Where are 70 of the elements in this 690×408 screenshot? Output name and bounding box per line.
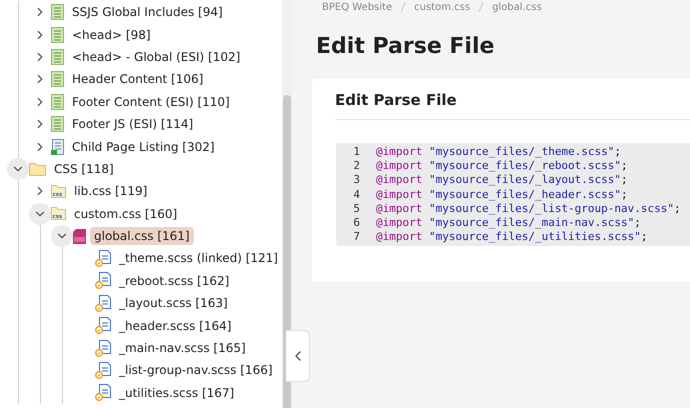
line-number: 7 [352, 230, 360, 244]
tree-item[interactable]: lib.css [119] [70, 182, 152, 200]
line-number: 2 [352, 158, 360, 172]
code-punctuation: ; [640, 230, 648, 244]
code-keyword: @import [376, 144, 422, 158]
tree-item[interactable]: global.css [161] [90, 227, 194, 246]
collapse-chevron-icon[interactable] [7, 158, 29, 180]
code-string: "mysource_files/_layout.scss" [428, 173, 622, 186]
code-punctuation: ; [621, 158, 628, 172]
separator-icon [478, 2, 484, 12]
tree-item[interactable]: CSS [118] [50, 160, 118, 178]
tree-item[interactable]: custom.css [160] [70, 204, 182, 223]
tree-item[interactable]: <head> [98] [68, 26, 155, 44]
code-punctuation: ; [634, 216, 641, 230]
tree-item[interactable]: Footer Content (ESI) [110] [68, 92, 234, 111]
code-punctuation: ; [674, 202, 681, 215]
linked-css-file-icon [95, 250, 111, 267]
page-icon [51, 4, 64, 20]
linked-css-file-icon [95, 362, 111, 379]
tree-item[interactable]: _list-group-nav.scss [166] [115, 361, 277, 380]
tree-item[interactable]: <head> - Global (ESI) [102] [68, 48, 244, 66]
code-string: "mysource_files/_list-group-nav.scss" [428, 202, 674, 215]
tree-item[interactable]: Child Page Listing [302] [68, 138, 219, 156]
line-number: 1 [352, 144, 360, 158]
code-keyword: @import [376, 173, 422, 186]
collapse-chevron-icon[interactable] [51, 225, 73, 248]
card-title: Edit Parse File [335, 91, 690, 120]
code-string: "mysource_files/_header.scss" [428, 188, 622, 201]
code-keyword: @import [376, 158, 422, 172]
tree-item[interactable]: SSJS Global Includes [94] [68, 3, 227, 22]
code-keyword: @import [376, 230, 422, 244]
tree-item[interactable]: _utilities.scss [167] [115, 384, 238, 402]
tree-item[interactable]: _header.scss [164] [115, 316, 236, 335]
code-keyword: @import [376, 202, 422, 215]
tree-item[interactable]: Header Content [106] [68, 70, 208, 88]
page-icon [51, 48, 64, 65]
tree-item[interactable]: _reboot.scss [162] [115, 272, 234, 290]
collapse-chevron-icon[interactable] [29, 202, 51, 225]
line-number: 6 [352, 216, 360, 230]
code-string: "mysource_files/_main-nav.scss" [428, 216, 634, 230]
line-number: 5 [352, 202, 360, 215]
page-icon [51, 71, 64, 88]
linked-css-file-icon [95, 384, 111, 402]
code-punctuation: ; [621, 188, 628, 201]
tree-item[interactable]: _main-nav.scss [165] [115, 339, 250, 358]
listing-page-icon [51, 138, 64, 155]
line-number: 3 [352, 173, 360, 186]
code-string: "mysource_files/_utilities.scss" [428, 230, 641, 244]
folder-icon [29, 162, 46, 176]
code-keyword: @import [376, 216, 422, 230]
page-icon [51, 26, 64, 43]
scrollbar-thumb[interactable] [283, 95, 291, 408]
line-number: 4 [352, 188, 360, 201]
linked-css-file-icon [95, 317, 111, 334]
tree-item[interactable]: _layout.scss [163] [115, 294, 232, 312]
code-punctuation: ; [614, 144, 622, 158]
scss-file-icon [73, 228, 86, 244]
code-string: "mysource_files/_theme.scss" [428, 144, 614, 158]
code-string: "mysource_files/_reboot.scss" [428, 158, 622, 172]
page-icon [51, 116, 64, 132]
code-keyword: @import [376, 188, 422, 201]
linked-css-file-icon [95, 272, 111, 290]
linked-css-file-icon [95, 294, 111, 312]
page-title: Edit Parse File [316, 34, 496, 59]
separator-icon [400, 2, 406, 12]
code-punctuation: ; [621, 173, 628, 186]
tree-item[interactable]: Footer JS (ESI) [114] [68, 115, 198, 134]
tree-item[interactable]: _theme.scss (linked) [121] [115, 249, 282, 268]
linked-css-file-icon [95, 340, 111, 357]
page-icon [51, 94, 64, 110]
